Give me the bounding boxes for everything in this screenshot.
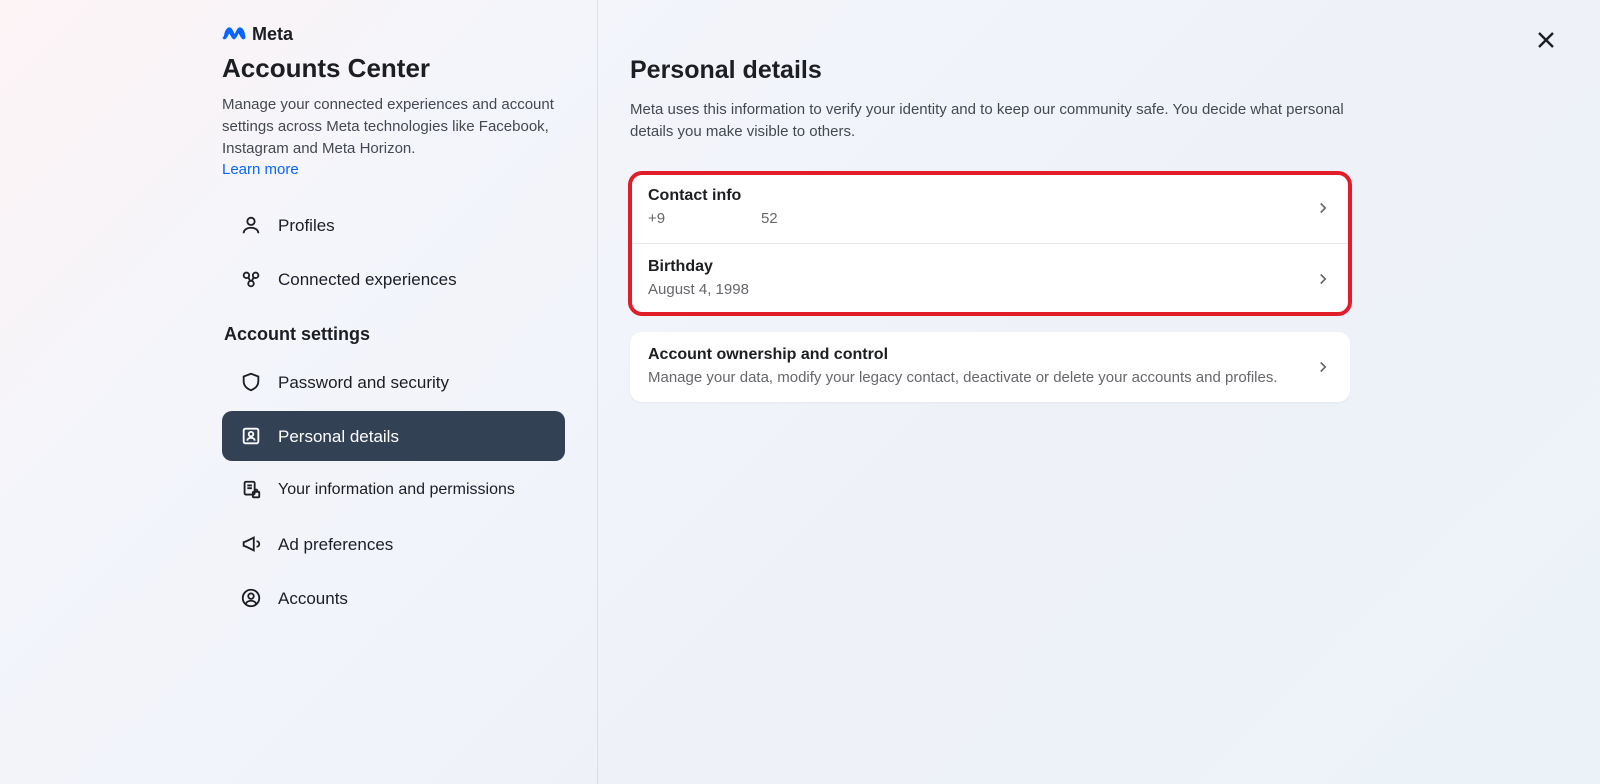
id-card-icon <box>240 425 262 447</box>
sidebar-item-password-security[interactable]: Password and security <box>222 357 565 407</box>
page-title: Personal details <box>630 56 1568 85</box>
row-title: Birthday <box>648 258 1302 276</box>
sidebar-item-ad-preferences[interactable]: Ad preferences <box>222 519 565 569</box>
sidebar-item-label: Ad preferences <box>278 534 393 555</box>
sidebar-item-label: Accounts <box>278 588 348 609</box>
sidebar-item-connected-experiences[interactable]: Connected experiences <box>222 254 565 304</box>
ownership-card: Account ownership and control Manage you… <box>630 332 1350 402</box>
row-title: Account ownership and control <box>648 346 1302 364</box>
close-button[interactable] <box>1532 28 1560 56</box>
sidebar-item-personal-details[interactable]: Personal details <box>222 411 565 461</box>
brand: Meta <box>222 24 565 45</box>
sidebar-item-label: Connected experiences <box>278 269 457 290</box>
personal-details-card: Contact info +9 52 Birthday August 4, 19… <box>630 173 1350 315</box>
row-content: Contact info +9 52 <box>648 187 1314 229</box>
chevron-right-icon <box>1314 270 1332 288</box>
sidebar-description: Manage your connected experiences and ac… <box>222 94 562 159</box>
chevron-right-icon <box>1314 358 1332 376</box>
row-birthday[interactable]: Birthday August 4, 1998 <box>630 243 1350 314</box>
sidebar-item-label: Password and security <box>278 372 449 393</box>
sidebar: Meta Accounts Center Manage your connect… <box>0 0 598 784</box>
sidebar-item-your-info-permissions[interactable]: Your information and permissions <box>222 465 565 515</box>
document-lock-icon <box>240 479 262 501</box>
row-account-ownership[interactable]: Account ownership and control Manage you… <box>630 332 1350 402</box>
sidebar-item-accounts[interactable]: Accounts <box>222 573 565 623</box>
row-contact-info[interactable]: Contact info +9 52 <box>630 173 1350 243</box>
row-subtitle: +9 52 <box>648 209 1302 229</box>
chevron-right-icon <box>1314 199 1332 217</box>
account-circle-icon <box>240 587 262 609</box>
page-description: Meta uses this information to verify you… <box>630 99 1350 143</box>
row-subtitle: August 4, 1998 <box>648 280 1302 300</box>
sidebar-item-label: Profiles <box>278 215 335 236</box>
row-title: Contact info <box>648 187 1302 205</box>
row-content: Birthday August 4, 1998 <box>648 258 1314 300</box>
shield-icon <box>240 371 262 393</box>
close-icon <box>1534 28 1558 57</box>
sidebar-title: Accounts Center <box>222 53 565 84</box>
person-icon <box>240 214 262 236</box>
sidebar-section-heading: Account settings <box>224 324 565 345</box>
sidebar-item-profiles[interactable]: Profiles <box>222 200 565 250</box>
row-content: Account ownership and control Manage you… <box>648 346 1314 388</box>
sidebar-item-label: Your information and permissions <box>278 480 515 500</box>
connections-icon <box>240 268 262 290</box>
learn-more-link[interactable]: Learn more <box>222 161 299 178</box>
row-subtitle: Manage your data, modify your legacy con… <box>648 368 1302 388</box>
meta-logo-icon <box>222 24 246 45</box>
megaphone-icon <box>240 533 262 555</box>
sidebar-item-label: Personal details <box>278 426 399 447</box>
main-content: Personal details Meta uses this informat… <box>598 0 1600 784</box>
brand-name: Meta <box>252 24 293 45</box>
